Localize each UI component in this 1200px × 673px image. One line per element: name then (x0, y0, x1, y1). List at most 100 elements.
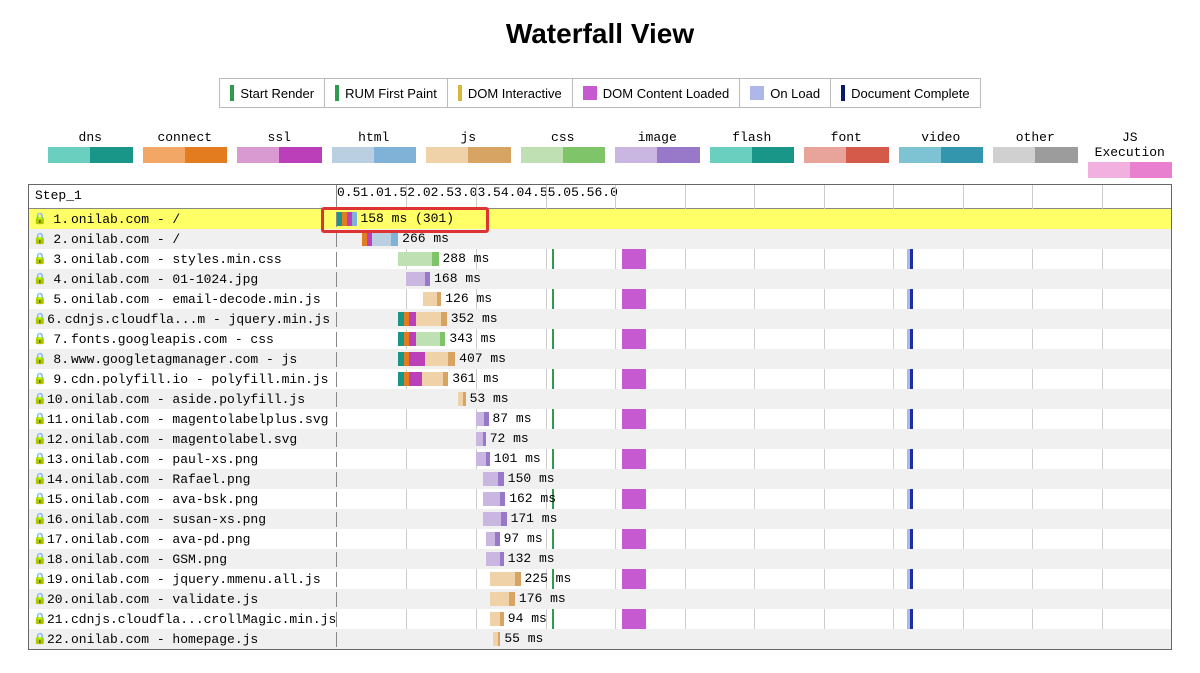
request-row[interactable]: 6. cdnjs.cloudfla...m - jquery.min.js352… (29, 309, 1171, 329)
request-name-cell[interactable]: 22. onilab.com - homepage.js (29, 632, 337, 647)
request-duration-label: 53 ms (470, 391, 509, 406)
request-bar[interactable] (490, 572, 521, 586)
request-name-cell[interactable]: 2. onilab.com - / (29, 232, 337, 247)
request-row[interactable]: 5. onilab.com - email-decode.min.js126 m… (29, 289, 1171, 309)
request-timeline[interactable]: 132 ms (337, 549, 1171, 569)
request-bar[interactable] (398, 332, 445, 346)
request-bar[interactable] (398, 252, 438, 266)
request-bar[interactable] (398, 352, 455, 366)
request-row[interactable]: 9. cdn.polyfill.io - polyfill.min.js361 … (29, 369, 1171, 389)
request-timeline[interactable]: 171 ms (337, 509, 1171, 529)
request-timeline[interactable]: 361 ms (337, 369, 1171, 389)
request-timeline[interactable]: 94 ms (337, 609, 1171, 629)
type-flash: flash (710, 130, 795, 178)
request-row[interactable]: 2. onilab.com - /266 ms (29, 229, 1171, 249)
request-bar[interactable] (483, 512, 507, 526)
request-timeline[interactable]: 266 ms (337, 229, 1171, 249)
request-row[interactable]: 4. onilab.com - 01-1024.jpg168 ms (29, 269, 1171, 289)
request-timeline[interactable]: 352 ms (337, 309, 1171, 329)
bar-segment (409, 312, 416, 326)
request-bar[interactable] (490, 612, 504, 626)
request-row[interactable]: 22. onilab.com - homepage.js55 ms (29, 629, 1171, 649)
request-row[interactable]: 14. onilab.com - Rafael.png150 ms (29, 469, 1171, 489)
request-bar[interactable] (490, 592, 515, 606)
request-name-cell[interactable]: 15. onilab.com - ava-bsk.png (29, 492, 337, 507)
request-timeline[interactable]: 101 ms (337, 449, 1171, 469)
request-row[interactable]: 11. onilab.com - magentolabelplus.svg87 … (29, 409, 1171, 429)
request-bar[interactable] (362, 232, 398, 246)
request-timeline[interactable]: 158 ms (301) (337, 209, 1171, 229)
lock-icon (33, 373, 45, 385)
request-name-cell[interactable]: 17. onilab.com - ava-pd.png (29, 532, 337, 547)
request-bar[interactable] (458, 392, 466, 406)
request-bar[interactable] (423, 292, 441, 306)
request-bar[interactable] (476, 412, 489, 426)
legend-item: RUM First Paint (325, 79, 448, 107)
request-name-cell[interactable]: 4. onilab.com - 01-1024.jpg (29, 272, 337, 287)
request-name-cell[interactable]: 16. onilab.com - susan-xs.png (29, 512, 337, 527)
request-bar[interactable] (486, 532, 500, 546)
request-row[interactable]: 1. onilab.com - /158 ms (301) (29, 209, 1171, 229)
request-bar[interactable] (493, 632, 501, 646)
request-timeline[interactable]: 53 ms (337, 389, 1171, 409)
request-name-cell[interactable]: 14. onilab.com - Rafael.png (29, 472, 337, 487)
request-name-cell[interactable]: 5. onilab.com - email-decode.min.js (29, 292, 337, 307)
request-timeline[interactable]: 162 ms (337, 489, 1171, 509)
request-bar[interactable] (486, 552, 504, 566)
request-bar[interactable] (337, 212, 357, 226)
request-timeline[interactable]: 97 ms (337, 529, 1171, 549)
request-row[interactable]: 12. onilab.com - magentolabel.svg72 ms (29, 429, 1171, 449)
request-bar[interactable] (483, 472, 504, 486)
bar-segment (398, 252, 431, 266)
request-row[interactable]: 20. onilab.com - validate.js176 ms (29, 589, 1171, 609)
request-name-cell[interactable]: 11. onilab.com - magentolabelplus.svg (29, 412, 337, 427)
request-row[interactable]: 18. onilab.com - GSM.png132 ms (29, 549, 1171, 569)
request-bar[interactable] (476, 452, 490, 466)
request-timeline[interactable]: 126 ms (337, 289, 1171, 309)
request-row[interactable]: 21. cdnjs.cloudfla...crollMagic.min.js94… (29, 609, 1171, 629)
request-timeline[interactable]: 176 ms (337, 589, 1171, 609)
request-name-cell[interactable]: 9. cdn.polyfill.io - polyfill.min.js (29, 372, 337, 387)
request-row[interactable]: 13. onilab.com - paul-xs.png101 ms (29, 449, 1171, 469)
request-name-cell[interactable]: 10. onilab.com - aside.polyfill.js (29, 392, 337, 407)
request-row[interactable]: 10. onilab.com - aside.polyfill.js 53 ms (29, 389, 1171, 409)
request-timeline[interactable]: 407 ms (337, 349, 1171, 369)
waterfall-chart[interactable]: Step_1 0.51.01.52.02.53.03.54.04.55.05.5… (28, 184, 1172, 650)
request-timeline[interactable]: 72 ms (337, 429, 1171, 449)
request-name-cell[interactable]: 19. onilab.com - jquery.mmenu.all.js (29, 572, 337, 587)
request-name-cell[interactable]: 3. onilab.com - styles.min.css (29, 252, 337, 267)
request-row[interactable]: 7. fonts.googleapis.com - css343 ms (29, 329, 1171, 349)
request-name-cell[interactable]: 12. onilab.com - magentolabel.svg (29, 432, 337, 447)
request-name-cell[interactable]: 13. onilab.com - paul-xs.png (29, 452, 337, 467)
type-label: ssl (237, 130, 322, 145)
request-number: 4. (47, 272, 69, 287)
request-number: 17. (47, 532, 69, 547)
request-name-cell[interactable]: 6. cdnjs.cloudfla...m - jquery.min.js (29, 312, 337, 327)
request-row[interactable]: 3. onilab.com - styles.min.css288 ms (29, 249, 1171, 269)
request-row[interactable]: 17. onilab.com - ava-pd.png97 ms (29, 529, 1171, 549)
request-name-cell[interactable]: 21. cdnjs.cloudfla...crollMagic.min.js (29, 612, 337, 627)
request-number: 10. (47, 392, 69, 407)
type-bar (426, 147, 511, 163)
request-name-cell[interactable]: 18. onilab.com - GSM.png (29, 552, 337, 567)
request-bar[interactable] (406, 272, 430, 286)
request-timeline[interactable]: 87 ms (337, 409, 1171, 429)
request-row[interactable]: 15. onilab.com - ava-bsk.png162 ms (29, 489, 1171, 509)
request-name-cell[interactable]: 1. onilab.com - / (29, 212, 337, 227)
request-row[interactable]: 16. onilab.com - susan-xs.png171 ms (29, 509, 1171, 529)
request-timeline[interactable]: 150 ms (337, 469, 1171, 489)
request-name-cell[interactable]: 8. www.googletagmanager.com - js (29, 352, 337, 367)
request-timeline[interactable]: 225 ms (337, 569, 1171, 589)
request-row[interactable]: 19. onilab.com - jquery.mmenu.all.js225 … (29, 569, 1171, 589)
request-timeline[interactable]: 288 ms (337, 249, 1171, 269)
request-timeline[interactable]: 343 ms (337, 329, 1171, 349)
request-timeline[interactable]: 168 ms (337, 269, 1171, 289)
request-bar[interactable] (398, 372, 448, 386)
request-bar[interactable] (476, 432, 486, 446)
request-row[interactable]: 8. www.googletagmanager.com - js407 ms (29, 349, 1171, 369)
request-name-cell[interactable]: 20. onilab.com - validate.js (29, 592, 337, 607)
request-bar[interactable] (483, 492, 505, 506)
request-bar[interactable] (398, 312, 447, 326)
request-timeline[interactable]: 55 ms (337, 629, 1171, 649)
request-name-cell[interactable]: 7. fonts.googleapis.com - css (29, 332, 337, 347)
